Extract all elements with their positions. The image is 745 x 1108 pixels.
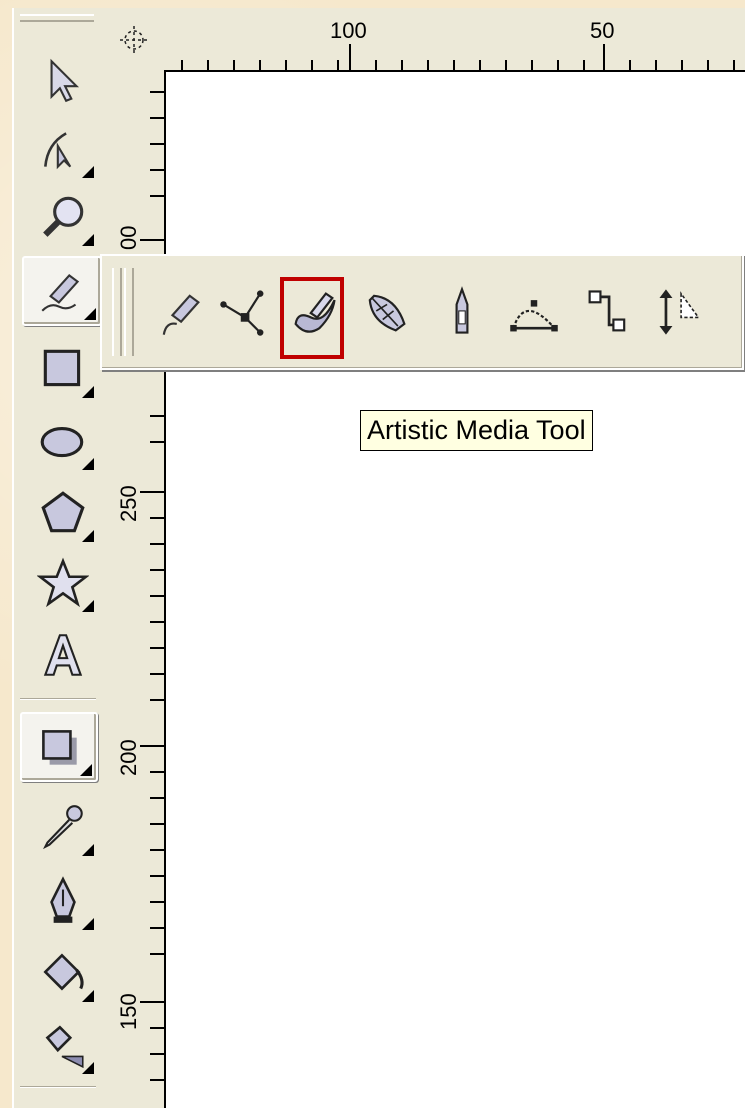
drawing-canvas[interactable] [166, 72, 745, 1108]
letter-a-icon [43, 634, 83, 676]
flyout-indicator [84, 308, 96, 320]
freehand-tool-button[interactable] [148, 280, 212, 344]
toolbox-grip[interactable] [20, 14, 94, 22]
interactive-connector-tool-button[interactable] [576, 280, 640, 344]
ruler-label: 200 [116, 739, 141, 776]
tooltip: Artistic Media Tool [360, 410, 593, 451]
polyline-icon [455, 286, 469, 334]
text-tool-button[interactable] [28, 622, 98, 688]
curve-tools-flyout [100, 254, 744, 370]
flyout-indicator [82, 600, 94, 612]
ruler-origin-icon [120, 26, 148, 54]
flyout-indicator [82, 530, 94, 542]
ruler-label: 250 [116, 485, 141, 522]
connector-icon [588, 290, 626, 332]
rectangle-tool-button[interactable] [28, 336, 98, 402]
flyout-indicator [82, 458, 94, 470]
bezier-nodes-icon [220, 290, 264, 336]
toolbox [12, 8, 102, 1108]
artistic-media-highlight [280, 277, 344, 359]
polygon-tool-button[interactable] [28, 480, 98, 546]
outline-tool-button[interactable] [28, 868, 98, 934]
bezier-tool-button[interactable] [212, 280, 276, 344]
arrow-cursor-icon [50, 58, 80, 103]
interactive-drop-shadow-tool-button[interactable] [20, 712, 98, 782]
basic-shapes-tool-button[interactable] [28, 550, 98, 616]
pencil-icon [41, 273, 80, 312]
toolbox-separator [20, 698, 96, 700]
fill-tool-button[interactable] [28, 940, 98, 1006]
interactive-fill-tool-button[interactable] [28, 1012, 98, 1078]
flyout-grip[interactable] [112, 268, 122, 356]
vertical-ruler[interactable]: 00 250 200 150 [100, 70, 166, 1108]
freehand-tool-button[interactable] [22, 256, 102, 326]
flyout-grip[interactable] [124, 268, 134, 356]
horizontal-ruler[interactable]: 100 50 [166, 8, 745, 72]
flyout-indicator [82, 918, 94, 930]
pen-nib-flyout-icon [368, 294, 406, 332]
ruler-label: 00 [116, 225, 141, 250]
dimension-icon [659, 289, 700, 335]
ruler-origin[interactable] [100, 8, 166, 70]
ruler-label: 150 [116, 993, 141, 1030]
ellipse-tool-button[interactable] [28, 408, 98, 474]
flyout-indicator [82, 386, 94, 398]
pick-tool-button[interactable] [28, 48, 98, 114]
flyout-indicator [82, 844, 94, 856]
shape-tool-button[interactable] [28, 116, 98, 182]
dimension-tool-button[interactable] [648, 280, 712, 344]
shadow-square-icon [42, 730, 77, 765]
three-point-curve-icon [510, 300, 558, 332]
pen-tool-button[interactable] [354, 280, 418, 344]
flyout-indicator [82, 234, 94, 246]
ruler-label: 50 [590, 18, 615, 43]
3-point-curve-tool-button[interactable] [502, 280, 566, 344]
flyout-indicator [82, 1062, 94, 1074]
pencil-curve-icon [162, 294, 200, 335]
toolbox-separator [20, 1086, 96, 1088]
zoom-tool-button[interactable] [28, 184, 98, 250]
ruler-label: 100 [330, 18, 367, 43]
polyline-tool-button[interactable] [430, 280, 494, 344]
flyout-indicator [80, 764, 92, 776]
horizontal-ruler-ticks [181, 44, 735, 70]
eyedropper-tool-button[interactable] [28, 794, 98, 860]
flyout-indicator [82, 990, 94, 1002]
flyout-indicator [82, 166, 94, 178]
